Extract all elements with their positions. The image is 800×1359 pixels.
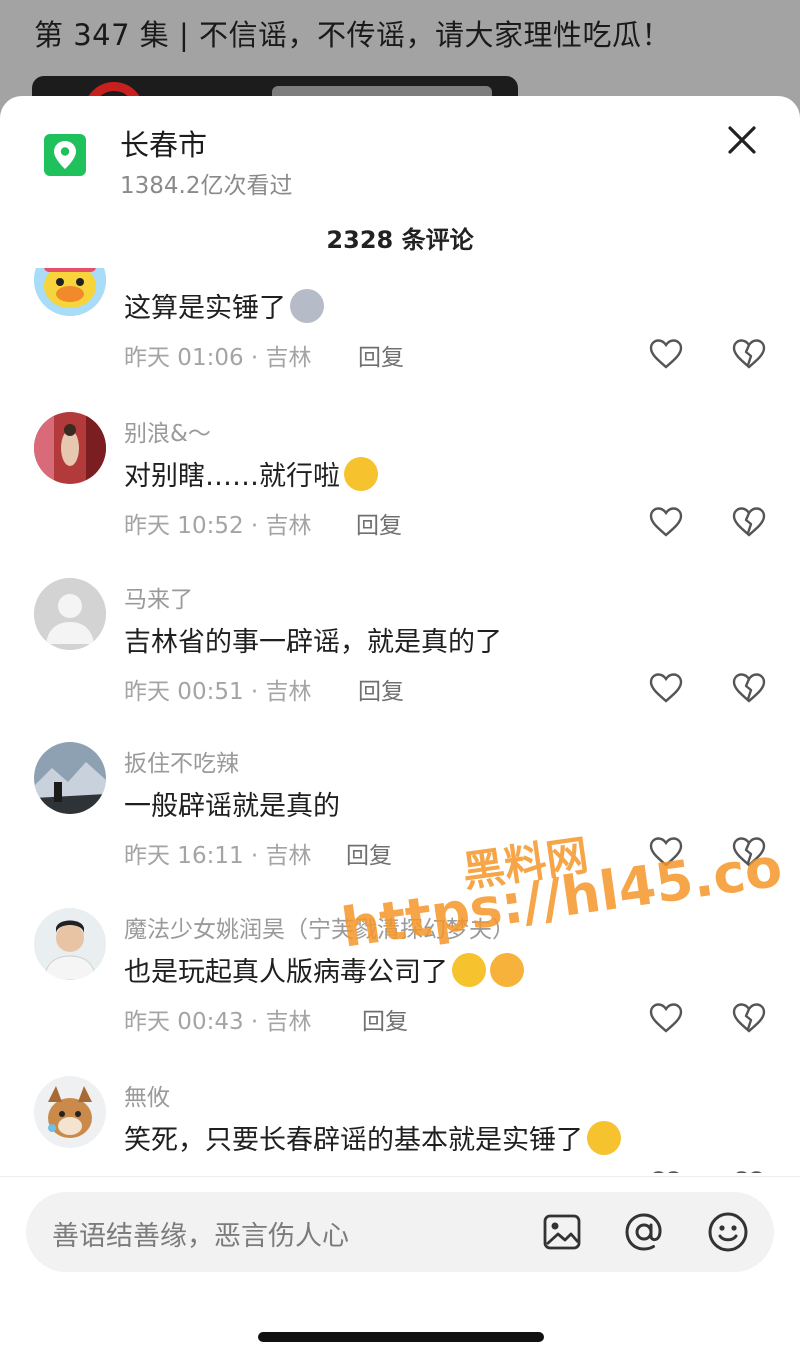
husky-emoji [290, 289, 324, 323]
like-heart-icon[interactable] [649, 1170, 683, 1173]
comment-time: 昨天 16:11 · 吉林 [124, 843, 312, 869]
comment-username[interactable]: 别浪&～ [124, 414, 211, 448]
reply-button[interactable]: 回复 [358, 338, 404, 372]
comment-username[interactable]: 扳住不吃辣 [124, 744, 239, 778]
emoji-smile-icon[interactable] [706, 1210, 750, 1254]
comment-time: 昨天 00:43 · 吉林 [124, 1009, 312, 1035]
list-item: 别浪&～ 对别瞎……就行啦 昨天 10:52 · 吉林 回复 [0, 412, 800, 572]
reply-button[interactable]: 回复 [356, 506, 402, 540]
dislike-broken-heart-icon[interactable] [732, 672, 766, 704]
dislike-broken-heart-icon[interactable] [732, 1170, 766, 1173]
comment-text: 也是玩起真人版病毒公司了 [124, 950, 524, 989]
comment-text: 吉林省的事一辟谣，就是真的了 [124, 627, 502, 658]
like-heart-icon[interactable] [649, 672, 683, 704]
avatar[interactable] [34, 578, 106, 650]
comment-username[interactable]: 無攸 [124, 1078, 170, 1112]
dislike-broken-heart-icon[interactable] [732, 506, 766, 538]
avatar[interactable] [34, 1076, 106, 1148]
comment-count: 2328 条评论 [326, 226, 474, 254]
comment-time: 昨天 01:06 · 吉林 [124, 345, 312, 371]
location-view-count: 1384.2亿次看过 [120, 173, 293, 199]
avatar[interactable] [34, 908, 106, 980]
list-item: 無攸 笑死，只要长春辟谣的基本就是实锤了 [0, 1076, 800, 1173]
avatar[interactable] [34, 268, 106, 316]
image-icon[interactable] [542, 1212, 582, 1252]
like-heart-icon[interactable] [649, 506, 683, 538]
like-heart-icon[interactable] [649, 1002, 683, 1034]
comment-input-placeholder: 善语结善缘，恶言伤人心 [52, 1221, 349, 1252]
comments-sheet: 长春市 1384.2亿次看过 2328 条评论 这算是实锤了 昨天 01:06 … [0, 96, 800, 1359]
input-divider [0, 1176, 800, 1177]
reply-button[interactable]: 回复 [358, 672, 404, 706]
comment-time: 昨天 10:52 · 吉林 [124, 513, 312, 539]
avatar[interactable] [34, 412, 106, 484]
mention-at-icon[interactable] [622, 1210, 666, 1254]
rofl-emoji [452, 953, 486, 987]
list-item: 马来了 吉林省的事一辟谣，就是真的了 昨天 00:51 · 吉林 回复 [0, 578, 800, 738]
ok-hand-emoji [490, 953, 524, 987]
comment-list[interactable]: 这算是实锤了 昨天 01:06 · 吉林 回复 别浪&～ 对别瞎……就行啦 昨天… [0, 268, 800, 1173]
list-item: 这算是实锤了 昨天 01:06 · 吉林 回复 [0, 268, 800, 428]
comments-header: 长春市 1384.2亿次看过 2328 条评论 [0, 96, 800, 254]
reply-button[interactable]: 回复 [362, 1002, 408, 1036]
comment-username[interactable]: 马来了 [124, 580, 193, 614]
like-heart-icon[interactable] [649, 338, 683, 370]
rofl-emoji [344, 457, 378, 491]
video-title: 第 347 集 | 不信谣，不传谣，请大家理性吃瓜！ [34, 18, 671, 52]
close-icon[interactable] [722, 120, 762, 160]
comment-text: 这算是实锤了 [124, 286, 324, 325]
comment-text: 一般辟谣就是真的 [124, 791, 340, 822]
comment-text: 笑死，只要长春辟谣的基本就是实锤了 [124, 1118, 621, 1157]
thinking-emoji [587, 1121, 621, 1155]
dislike-broken-heart-icon[interactable] [732, 1002, 766, 1034]
home-indicator[interactable] [258, 1332, 544, 1342]
avatar[interactable] [34, 742, 106, 814]
dislike-broken-heart-icon[interactable] [732, 338, 766, 370]
comment-time: 昨天 00:51 · 吉林 [124, 679, 312, 705]
location-pin-icon[interactable] [44, 134, 86, 176]
comment-text: 对别瞎……就行啦 [124, 454, 378, 493]
reply-button[interactable]: 回复 [346, 836, 392, 870]
comment-input[interactable]: 善语结善缘，恶言伤人心 [26, 1192, 774, 1272]
location-name[interactable]: 长春市 [120, 122, 207, 164]
